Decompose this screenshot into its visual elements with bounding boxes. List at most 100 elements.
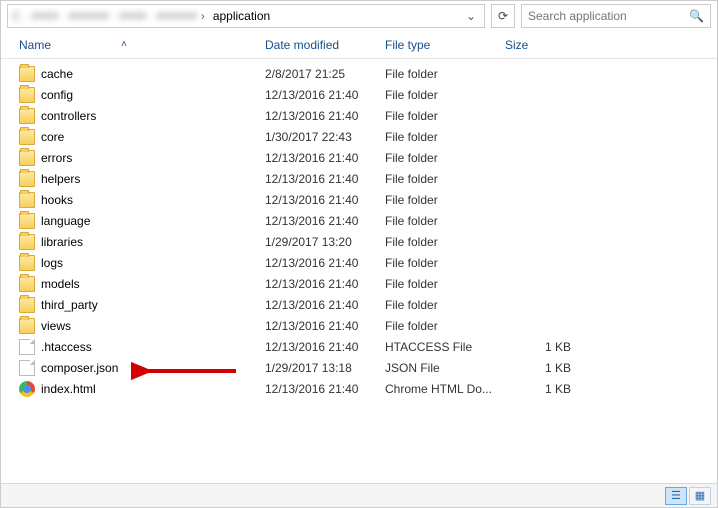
folder-icon [19,66,35,82]
file-type: File folder [385,277,505,291]
file-type: File folder [385,319,505,333]
file-row[interactable]: libraries 1/29/2017 13:20File folder [1,231,717,252]
file-type: File folder [385,298,505,312]
file-date: 12/13/2016 21:40 [265,109,385,123]
file-date: 12/13/2016 21:40 [265,88,385,102]
file-size: 1 KB [505,340,585,354]
file-row[interactable]: composer.json 1/29/2017 13:18JSON File1 K… [1,357,717,378]
file-date: 12/13/2016 21:40 [265,214,385,228]
search-input[interactable] [528,9,689,23]
file-type: File folder [385,130,505,144]
file-name: config [41,88,73,102]
folder-icon [19,234,35,250]
file-list: cache2/8/2017 21:25File folderconfig12/1… [1,59,717,399]
file-size: 1 KB [505,382,585,396]
file-icon [19,360,35,376]
file-name: libraries [41,235,83,249]
address-bar[interactable]: C · #### · ###### · #### · ###### › appl… [7,4,485,28]
view-details-button[interactable]: ☰ [665,487,687,505]
column-header-size[interactable]: Size [505,38,585,52]
folder-icon [19,276,35,292]
file-row[interactable]: cache 2/8/2017 21:25File folder [1,63,717,84]
breadcrumb-current[interactable]: application [209,9,274,23]
folder-icon [19,255,35,271]
file-row[interactable]: models 12/13/2016 21:40File folder [1,273,717,294]
folder-icon [19,297,35,313]
view-large-icons-button[interactable]: ▦ [689,487,711,505]
chrome-icon [19,381,35,397]
file-row[interactable]: errors 12/13/2016 21:40File folder [1,147,717,168]
file-type: JSON File [385,361,505,375]
breadcrumb-hidden: C · #### · ###### · #### · ###### [12,9,197,23]
file-type: HTACCESS File [385,340,505,354]
file-name: errors [41,151,72,165]
file-date: 12/13/2016 21:40 [265,298,385,312]
file-row[interactable]: controllers 12/13/2016 21:40File folder [1,105,717,126]
file-date: 1/30/2017 22:43 [265,130,385,144]
file-date: 12/13/2016 21:40 [265,319,385,333]
file-row[interactable]: logs 12/13/2016 21:40File folder [1,252,717,273]
file-date: 2/8/2017 21:25 [265,67,385,81]
file-date: 12/13/2016 21:40 [265,340,385,354]
file-name: third_party [41,298,98,312]
file-date: 1/29/2017 13:20 [265,235,385,249]
file-type: File folder [385,235,505,249]
file-row[interactable]: index.html12/13/2016 21:40Chrome HTML Do… [1,378,717,399]
file-name: core [41,130,64,144]
file-date: 12/13/2016 21:40 [265,193,385,207]
file-name: cache [41,67,73,81]
toolbar: C · #### · ###### · #### · ###### › appl… [1,1,717,31]
file-name: controllers [41,109,96,123]
folder-icon [19,87,35,103]
column-headers: Name ˄ Date modified File type Size [1,31,717,59]
file-row[interactable]: third_party 12/13/2016 21:40File folder [1,294,717,315]
search-icon[interactable]: 🔍 [689,9,704,23]
file-name: logs [41,256,63,270]
refresh-icon: ⟳ [498,9,508,23]
file-date: 12/13/2016 21:40 [265,256,385,270]
file-name: views [41,319,71,333]
file-type: File folder [385,67,505,81]
file-date: 12/13/2016 21:40 [265,277,385,291]
file-date: 1/29/2017 13:18 [265,361,385,375]
file-date: 12/13/2016 21:40 [265,382,385,396]
status-bar: ☰ ▦ [1,483,717,507]
file-name: .htaccess [41,340,92,354]
file-type: File folder [385,109,505,123]
folder-icon [19,129,35,145]
file-row[interactable]: config 12/13/2016 21:40File folder [1,84,717,105]
column-header-name[interactable]: Name ˄ [19,38,265,52]
file-row[interactable]: core 1/30/2017 22:43File folder [1,126,717,147]
file-name: index.html [41,382,96,396]
file-icon [19,339,35,355]
column-header-type[interactable]: File type [385,38,505,52]
file-type: File folder [385,214,505,228]
file-type: File folder [385,151,505,165]
file-row[interactable]: helpers12/13/2016 21:40File folder [1,168,717,189]
chevron-down-icon[interactable]: ⌄ [462,7,480,25]
file-date: 12/13/2016 21:40 [265,151,385,165]
folder-icon [19,213,35,229]
file-row[interactable]: views 12/13/2016 21:40File folder [1,315,717,336]
file-date: 12/13/2016 21:40 [265,172,385,186]
refresh-button[interactable]: ⟳ [491,4,515,28]
large-icons-view-icon: ▦ [695,489,705,502]
file-row[interactable]: .htaccess 12/13/2016 21:40HTACCESS File1 … [1,336,717,357]
file-name: composer.json [41,361,118,375]
file-name: helpers [41,172,80,186]
file-name: models [41,277,80,291]
folder-icon [19,171,35,187]
folder-icon [19,108,35,124]
folder-icon [19,318,35,334]
folder-icon [19,192,35,208]
file-size: 1 KB [505,361,585,375]
file-type: File folder [385,193,505,207]
file-row[interactable]: hooks12/13/2016 21:40File folder [1,189,717,210]
chevron-right-icon: › [201,9,205,23]
search-box[interactable]: 🔍 [521,4,711,28]
file-type: File folder [385,88,505,102]
folder-icon [19,150,35,166]
column-header-date[interactable]: Date modified [265,38,385,52]
file-type: File folder [385,256,505,270]
file-row[interactable]: language12/13/2016 21:40File folder [1,210,717,231]
